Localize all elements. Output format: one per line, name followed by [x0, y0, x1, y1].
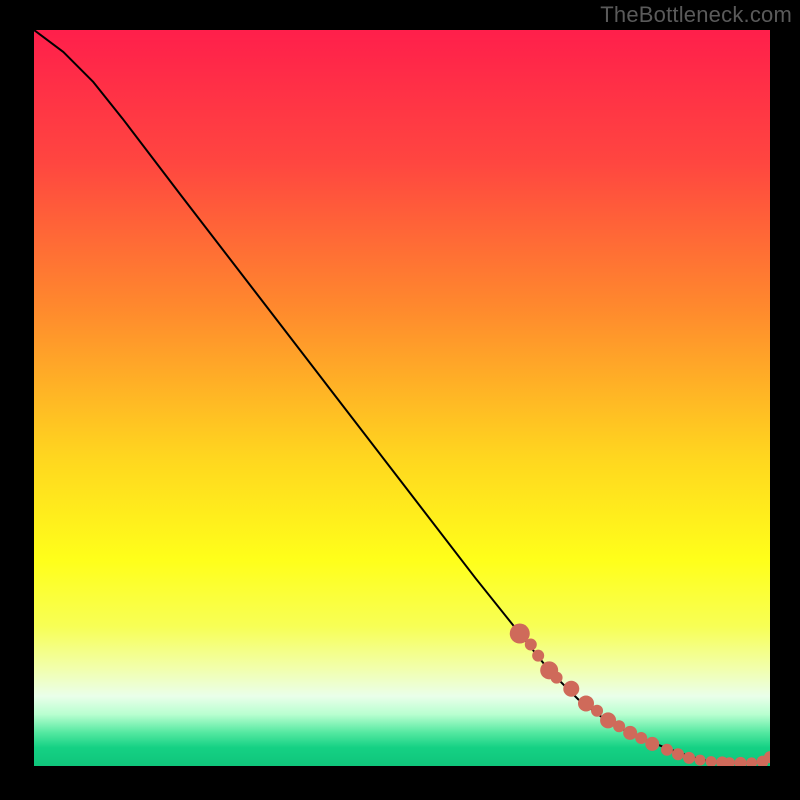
marker-point [591, 705, 603, 717]
watermark-text: TheBottleneck.com [600, 2, 792, 28]
marker-point [635, 732, 647, 744]
marker-point [661, 744, 673, 756]
marker-point [683, 752, 695, 764]
gradient-background [34, 30, 770, 766]
plot-area [34, 30, 770, 766]
marker-point [563, 681, 579, 697]
marker-point [695, 755, 706, 766]
marker-point [613, 720, 625, 732]
marker-point [551, 672, 563, 684]
marker-point [672, 748, 684, 760]
marker-point [525, 639, 537, 651]
marker-point [645, 737, 659, 751]
chart-frame: TheBottleneck.com [0, 0, 800, 800]
chart-svg [34, 30, 770, 766]
marker-point [532, 650, 544, 662]
marker-point [623, 726, 637, 740]
